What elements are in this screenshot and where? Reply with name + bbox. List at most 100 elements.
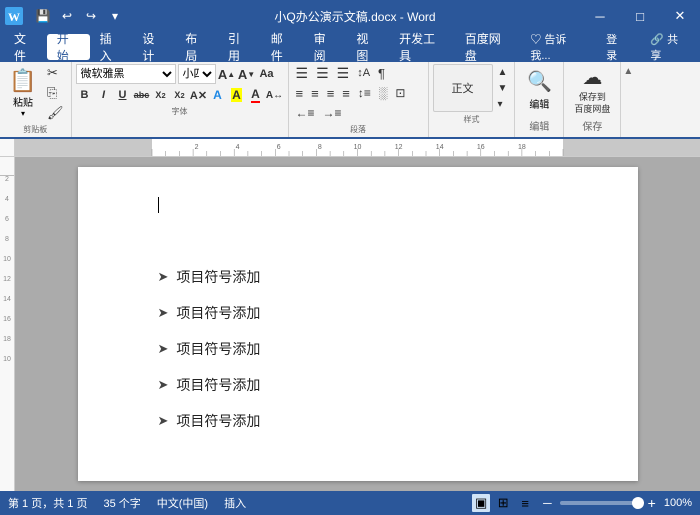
styles-expand[interactable]: ▾ bbox=[495, 96, 511, 112]
text-cursor bbox=[158, 197, 159, 213]
strikethrough-button[interactable]: abc bbox=[133, 86, 151, 104]
title-bar-left: W 💾 ↩ ↪ ▾ bbox=[0, 5, 130, 27]
save-baidu-icon: ☁ bbox=[582, 65, 602, 90]
list-item: ➤ 项目符号添加 bbox=[158, 267, 558, 287]
border-button[interactable]: ⊡ bbox=[392, 84, 408, 102]
svg-text:W: W bbox=[8, 10, 20, 24]
customize-toolbar-button[interactable]: ▾ bbox=[104, 5, 126, 27]
justify-button[interactable]: ≡ bbox=[339, 84, 353, 102]
bold-button[interactable]: B bbox=[76, 86, 94, 104]
indent-right-button[interactable]: →≡ bbox=[320, 104, 345, 122]
svg-text:6: 6 bbox=[277, 144, 281, 151]
minimize-button[interactable]: ─ bbox=[580, 0, 620, 32]
cut-button[interactable]: ✂ bbox=[44, 64, 67, 82]
document-page[interactable]: ➤ 项目符号添加 ➤ 项目符号添加 ➤ 项目符号添加 ➤ 项目符号添加 bbox=[78, 167, 638, 481]
zoom-out-button[interactable]: ─ bbox=[543, 496, 552, 510]
shading-button[interactable]: ░ bbox=[376, 84, 391, 102]
numbering-button[interactable]: ☰ bbox=[313, 64, 332, 82]
menu-design[interactable]: 设计 bbox=[132, 34, 175, 60]
menu-home[interactable]: 开始 bbox=[47, 34, 90, 60]
char-spacing-button[interactable]: A↔ bbox=[266, 86, 284, 104]
login-button[interactable]: 登录 bbox=[596, 34, 636, 60]
sort-button[interactable]: ↕A bbox=[354, 64, 373, 82]
char-count: 35 个字 bbox=[103, 495, 140, 511]
underline-button[interactable]: U bbox=[114, 86, 132, 104]
language: 中文(中国) bbox=[157, 495, 208, 511]
svg-text:8: 8 bbox=[318, 144, 322, 151]
restore-button[interactable]: □ bbox=[620, 0, 660, 32]
outline-button[interactable]: ☰ bbox=[334, 64, 353, 82]
menu-file[interactable]: 文件 bbox=[4, 34, 47, 60]
align-center-button[interactable]: ≡ bbox=[308, 84, 322, 102]
bullets-button[interactable]: ☰ bbox=[293, 64, 312, 82]
web-layout-button[interactable]: ⊞ bbox=[493, 493, 513, 513]
italic-button[interactable]: I bbox=[95, 86, 113, 104]
font-size-select[interactable]: 小四 四号 12 14 bbox=[178, 64, 216, 84]
status-bar: 第 1 页，共 1 页 35 个字 中文(中国) 插入 ▣ ⊞ ≡ ─ + 10… bbox=[0, 491, 700, 515]
styles-scroll-down[interactable]: ▼ bbox=[495, 80, 511, 96]
font-color-button[interactable]: A bbox=[247, 86, 265, 104]
document-scroll[interactable]: ➤ 项目符号添加 ➤ 项目符号添加 ➤ 项目符号添加 ➤ 项目符号添加 bbox=[15, 157, 700, 491]
editing-icon: 🔍 bbox=[527, 69, 552, 94]
print-layout-button[interactable]: ▣ bbox=[471, 493, 491, 513]
outline-view-button[interactable]: ≡ bbox=[515, 493, 535, 513]
editing-button[interactable]: 🔍 编辑 bbox=[519, 64, 559, 116]
ribbon-collapse-button[interactable]: ▲ bbox=[623, 66, 633, 77]
format-painter-button[interactable]: 🖌 bbox=[44, 104, 67, 122]
paste-dropdown-icon: ▾ bbox=[21, 109, 25, 118]
clear-format-button[interactable]: A✕ bbox=[190, 86, 208, 104]
bullet-arrow-5: ➤ bbox=[158, 413, 169, 429]
menu-mailings[interactable]: 邮件 bbox=[261, 34, 304, 60]
save-quick-button[interactable]: 💾 bbox=[32, 5, 54, 27]
list-item: ➤ 项目符号添加 bbox=[158, 375, 558, 395]
text-effect-button[interactable]: A bbox=[209, 86, 227, 104]
shrink-font-button[interactable]: A▼ bbox=[238, 65, 256, 83]
zoom-in-button[interactable]: + bbox=[648, 495, 656, 511]
undo-button[interactable]: ↩ bbox=[56, 5, 78, 27]
align-right-button[interactable]: ≡ bbox=[324, 84, 338, 102]
save-group-label: 保存 bbox=[568, 118, 616, 133]
font-name-select[interactable]: 微软雅黑 bbox=[76, 64, 176, 84]
change-case-button[interactable]: Aa bbox=[258, 65, 276, 83]
bullet-arrow-3: ➤ bbox=[158, 341, 169, 357]
menu-review[interactable]: 审阅 bbox=[304, 34, 347, 60]
menu-baidu[interactable]: 百度网盘 bbox=[455, 34, 521, 60]
styles-content: 正文 ▲ ▼ ▾ bbox=[433, 64, 511, 112]
menu-view[interactable]: 视图 bbox=[346, 34, 389, 60]
close-button[interactable]: ✕ bbox=[660, 0, 700, 32]
zoom-slider[interactable] bbox=[560, 501, 640, 505]
editing-label: 编辑 bbox=[529, 96, 549, 111]
highlight-button[interactable]: A bbox=[228, 86, 246, 104]
superscript-button[interactable]: X2 bbox=[171, 86, 189, 104]
indent-left-button[interactable]: ←≡ bbox=[293, 104, 318, 122]
show-marks-button[interactable]: ¶ bbox=[375, 64, 388, 82]
menu-layout[interactable]: 布局 bbox=[175, 34, 218, 60]
ruler: 2 4 6 8 10 12 14 16 18 bbox=[0, 139, 700, 157]
align-left-button[interactable]: ≡ bbox=[293, 84, 307, 102]
styles-scroll-up[interactable]: ▲ bbox=[495, 64, 511, 80]
font-row-1: 微软雅黑 小四 四号 12 14 A▲ A▼ Aa bbox=[76, 64, 276, 84]
insert-mode: 插入 bbox=[224, 495, 246, 511]
menu-developer[interactable]: 开发工具 bbox=[389, 34, 455, 60]
copy-button[interactable]: ⎘ bbox=[44, 84, 67, 102]
line-spacing-button[interactable]: ↕≡ bbox=[355, 84, 374, 102]
style-preview: 正文 bbox=[433, 64, 493, 112]
bullet-arrow-4: ➤ bbox=[158, 377, 169, 393]
tell-me-button[interactable]: ♡ 告诉我... bbox=[520, 34, 592, 60]
share-button[interactable]: 🔗 共享 bbox=[640, 34, 696, 60]
svg-text:2: 2 bbox=[195, 144, 199, 151]
menu-insert[interactable]: 插入 bbox=[90, 34, 133, 60]
menu-references[interactable]: 引用 bbox=[218, 34, 261, 60]
para-row2: ≡ ≡ ≡ ≡ ↕≡ ░ ⊡ bbox=[293, 84, 409, 102]
bullet-text-1: 项目符号添加 bbox=[176, 267, 260, 287]
grow-font-button[interactable]: A▲ bbox=[218, 65, 236, 83]
bullet-text-2: 项目符号添加 bbox=[176, 303, 260, 323]
subscript-button[interactable]: X2 bbox=[152, 86, 170, 104]
save-baidu-button[interactable]: ☁ 保存到百度网盘 bbox=[568, 64, 616, 116]
redo-button[interactable]: ↪ bbox=[80, 5, 102, 27]
ruler-main[interactable]: 2 4 6 8 10 12 14 16 18 bbox=[15, 139, 700, 156]
para-row3: ←≡ →≡ bbox=[293, 104, 345, 122]
paste-button[interactable]: 📋 粘贴 ▾ bbox=[4, 67, 42, 119]
quick-access-toolbar: 💾 ↩ ↪ ▾ bbox=[32, 5, 126, 27]
styles-group: 正文 ▲ ▼ ▾ 样式 bbox=[429, 62, 516, 137]
